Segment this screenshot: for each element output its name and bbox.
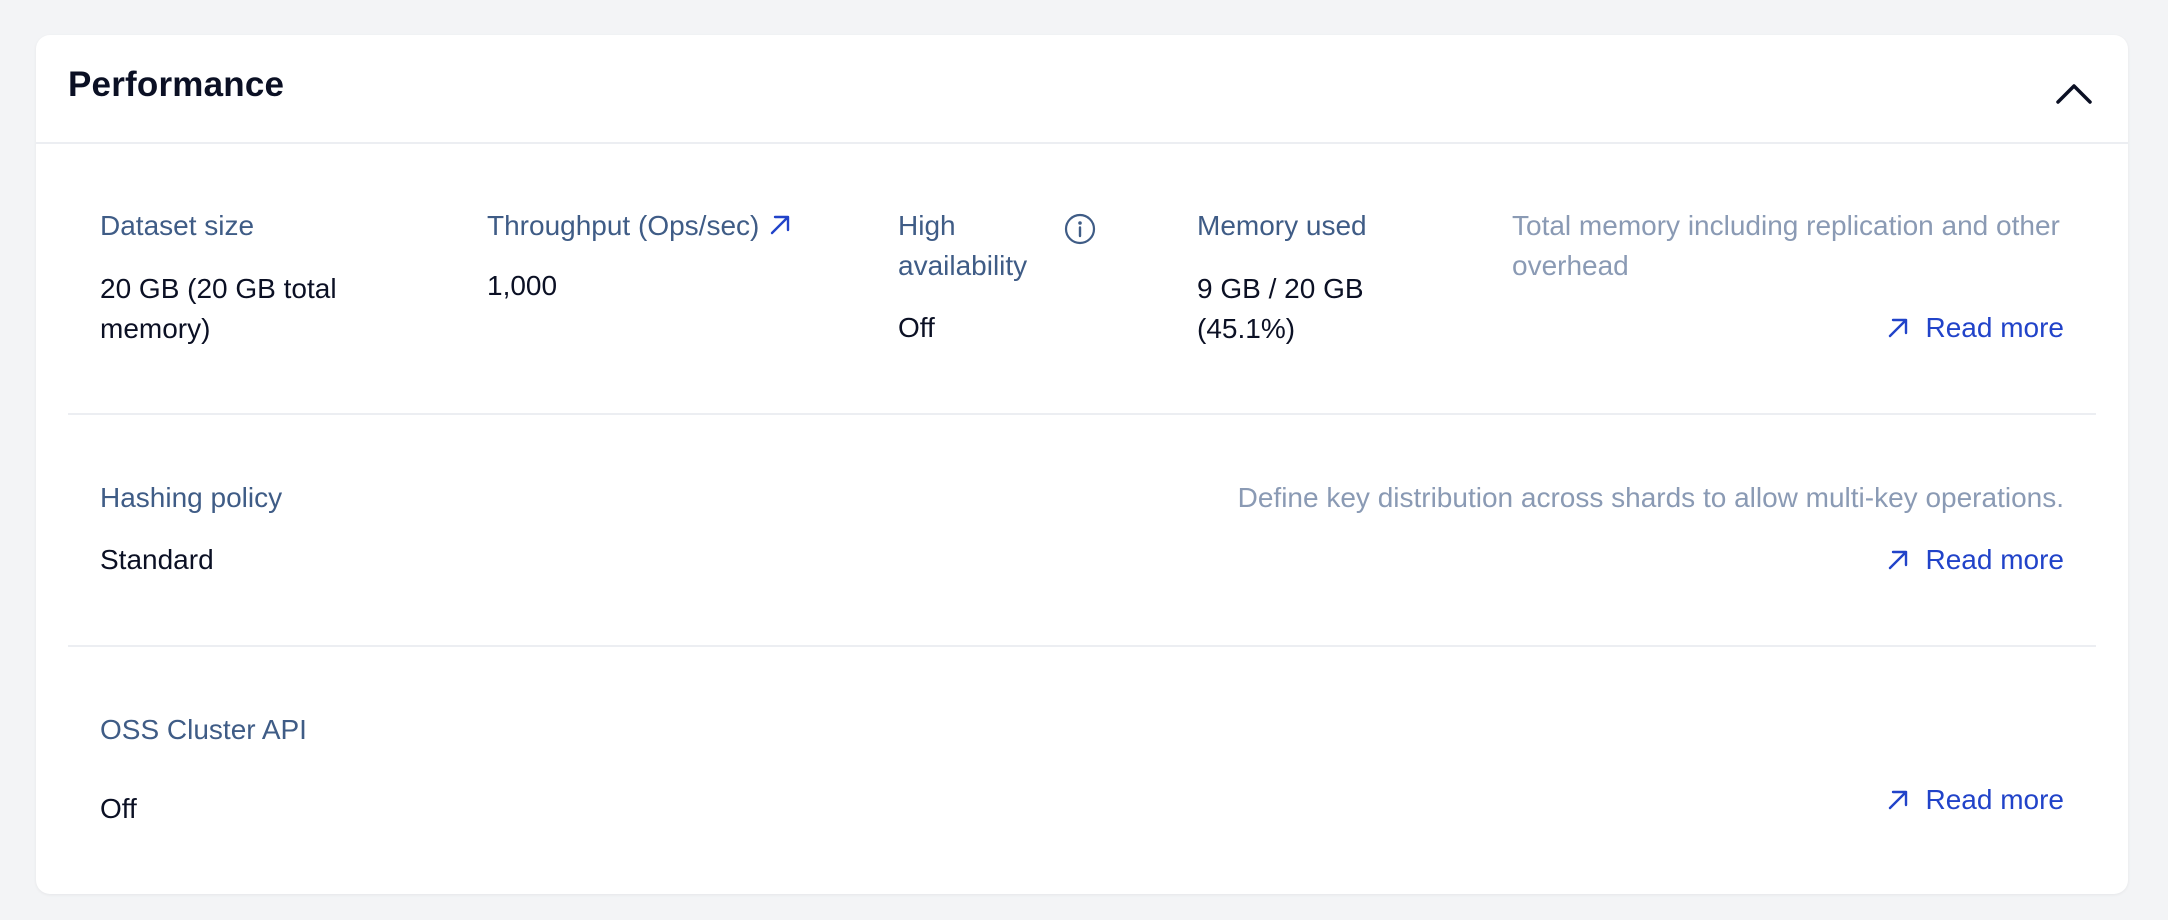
hashing-policy-label: Hashing policy xyxy=(100,482,283,513)
memory-used-description: Total memory including replication and o… xyxy=(1512,210,2060,281)
hashing-read-more-link[interactable]: Read more xyxy=(1885,540,2064,580)
arrow-up-right-icon xyxy=(1889,550,1908,570)
performance-card: Performance Dataset size 20 GB (20 GB to… xyxy=(36,35,2128,894)
oss-cluster-api-value: Off xyxy=(100,793,137,824)
read-more-label: Read more xyxy=(1925,312,2064,343)
chevron-up-icon xyxy=(2056,84,2092,104)
info-icon[interactable] xyxy=(1064,213,1096,245)
throughput-label: Throughput (Ops/sec) xyxy=(487,210,760,241)
card-header[interactable]: Performance xyxy=(36,35,2128,144)
high-availability-label: High availability xyxy=(898,210,1028,281)
divider xyxy=(68,645,2096,647)
arrow-up-right-icon xyxy=(1889,790,1908,810)
memory-used-label: Memory used xyxy=(1197,210,1367,241)
throughput-value: 1,000 xyxy=(487,270,558,301)
memory-read-more-link[interactable]: Read more xyxy=(1885,308,2064,348)
memory-used-value: 9 GB / 20 GB (45.1%) xyxy=(1197,273,1364,344)
hashing-policy-description: Define key distribution across shards to… xyxy=(1237,482,2064,513)
divider xyxy=(68,413,2096,415)
dataset-size-label: Dataset size xyxy=(100,210,255,241)
arrow-up-right-icon xyxy=(771,215,790,235)
throughput-link[interactable]: Throughput (Ops/sec) xyxy=(487,206,793,246)
dataset-size-value: 20 GB (20 GB total memory) xyxy=(100,273,337,344)
collapse-button[interactable] xyxy=(2050,71,2098,119)
read-more-label: Read more xyxy=(1925,544,2064,575)
oss-cluster-api-label: OSS Cluster API xyxy=(100,714,307,745)
hashing-policy-value: Standard xyxy=(100,544,214,575)
arrow-up-right-icon xyxy=(1889,318,1908,338)
high-availability-value: Off xyxy=(898,312,935,343)
read-more-label: Read more xyxy=(1925,784,2064,815)
section-title: Performance xyxy=(68,65,285,104)
oss-read-more-link[interactable]: Read more xyxy=(1885,780,2064,820)
